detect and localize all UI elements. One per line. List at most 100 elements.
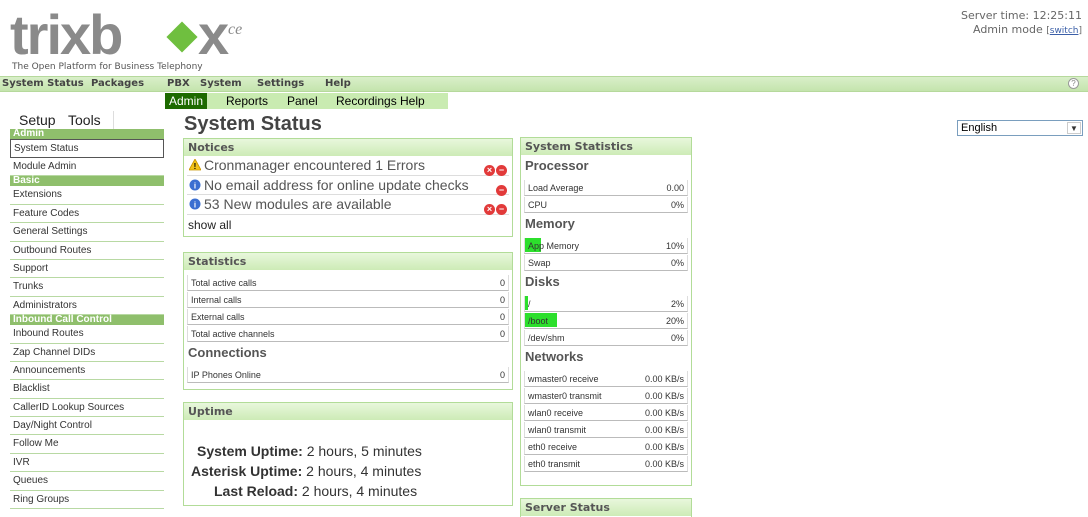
stat-value: 0 [499, 370, 505, 380]
stat-row-cpu: CPU 0% [524, 197, 688, 213]
switch-link[interactable]: switch [1050, 26, 1079, 36]
uptime-panel: Uptime System Uptime: 2 hours, 5 minutes… [183, 402, 513, 506]
stat-label: Total active channels [191, 329, 275, 339]
sidebar-item-day-night-control[interactable]: Day/Night Control [10, 417, 164, 436]
server-info: Server time: 12:25:11 Admin mode [switch… [960, 9, 1082, 36]
statistics-panel: Statistics Total active calls 0 Internal c… [183, 252, 513, 390]
warning-icon: ! [188, 157, 202, 171]
topnav-system[interactable]: System [200, 78, 242, 89]
tagline: The Open Platform for Business Telephony [12, 62, 203, 72]
stat-row-: / 2% [524, 296, 688, 312]
stat-label: External calls [191, 312, 245, 322]
stat-value: 10% [665, 241, 684, 251]
topnav-pbx[interactable]: PBX [167, 78, 190, 89]
server-status-panel: Server Status [520, 498, 692, 517]
tab-tools[interactable]: Tools [68, 112, 101, 128]
stat-label: CPU [528, 200, 548, 210]
delete-icon[interactable]: × [484, 165, 495, 176]
stat-label: eth0 transmit [528, 459, 581, 469]
stat-label: / [528, 299, 531, 309]
processor-list: Load Average 0.00 CPU 0% [521, 180, 691, 213]
subnav-admin[interactable]: Admin [165, 93, 208, 109]
stat-row-wmaster0-transmit: wmaster0 transmit 0.00 KB/s [524, 388, 688, 404]
subnav-panel[interactable]: Panel [287, 94, 318, 108]
stat-value: 0.00 KB/s [644, 442, 684, 452]
svg-text:!: ! [194, 162, 197, 171]
chevron-down-icon[interactable]: ▼ [1067, 122, 1081, 134]
sub-nav: Admin Reports Panel Recordings Help [165, 93, 448, 109]
sidebar-item-inbound-routes[interactable]: Inbound Routes [10, 325, 164, 344]
svg-text:i: i [194, 181, 196, 190]
sidebar-item-extensions[interactable]: Extensions [10, 186, 164, 205]
stat-value: 0 [499, 295, 505, 305]
stat-label: wlan0 receive [528, 408, 584, 418]
sidebar-section-inbound-call-control: Inbound Call Control [10, 315, 164, 326]
notices-panel: Notices ! Cronmanager encountered 1 Error… [183, 138, 513, 237]
sidebar-item-feature-codes[interactable]: Feature Codes [10, 205, 164, 224]
stat-label: wlan0 transmit [528, 425, 587, 435]
remove-icon[interactable]: − [496, 204, 507, 215]
sidebar-section-basic: Basic [10, 176, 164, 187]
subnav-help[interactable]: Help [400, 94, 425, 108]
sidebar-item-module-admin[interactable]: Module Admin [10, 158, 164, 177]
sidebar-item-general-settings[interactable]: General Settings [10, 223, 164, 242]
stat-label: Swap [528, 258, 551, 268]
notice-item: i 53 New modules are available × − [187, 195, 509, 215]
stat-row-wmaster0-receive: wmaster0 receive 0.00 KB/s [524, 371, 688, 387]
show-all-link[interactable]: show all [184, 215, 512, 235]
sidebar-item-system-status[interactable]: System Status [10, 139, 164, 158]
page-title: System Status [184, 113, 322, 135]
topnav-packages[interactable]: Packages [91, 78, 144, 89]
sidebar-item-ivr[interactable]: IVR [10, 454, 164, 473]
stat-label: Load Average [528, 183, 584, 193]
stat-value: 0.00 KB/s [644, 374, 684, 384]
statistics-list: Total active calls 0 Internal calls 0 Extern… [184, 275, 512, 342]
sidebar-list: Admin System Status Module Admin Basic Exten… [10, 129, 164, 510]
uptime-label: System Uptime: [197, 443, 303, 459]
subnav-recordings[interactable]: Recordings [336, 94, 397, 108]
help-icon[interactable]: ? [1068, 78, 1079, 89]
sidebar-item-callerid-lookup-sources[interactable]: CallerID Lookup Sources [10, 399, 164, 418]
sidebar-item-outbound-routes[interactable]: Outbound Routes [10, 242, 164, 260]
memory-title: Memory [525, 216, 575, 231]
stat-value: 0% [670, 258, 684, 268]
uptime-label: Last Reload: [214, 483, 299, 499]
delete-icon[interactable]: × [484, 204, 495, 215]
sidebar-item-follow-me[interactable]: Follow Me [10, 435, 164, 454]
info-icon: i [189, 196, 201, 210]
tab-setup[interactable]: Setup [19, 112, 56, 128]
notice-text: 53 New modules are available [204, 196, 392, 212]
notices-list: ! Cronmanager encountered 1 Errors × − i No e… [184, 156, 512, 215]
server-status-header: Server Status [521, 499, 691, 516]
sidebar-item-announcements[interactable]: Announcements [10, 362, 164, 381]
stat-row-dev-shm: /dev/shm 0% [524, 330, 688, 346]
server-time: Server time: 12:25:11 [960, 9, 1082, 22]
stat-row-wlan0-receive: wlan0 receive 0.00 KB/s [524, 405, 688, 421]
sidebar-item-support[interactable]: Support [10, 260, 164, 279]
statistics-header: Statistics [184, 253, 512, 270]
stat-row-load-average: Load Average 0.00 [524, 180, 688, 196]
topnav-system-status[interactable]: System Status [2, 78, 84, 89]
notices-header: Notices [184, 139, 512, 156]
stat-value: 0 [499, 312, 505, 322]
subnav-reports[interactable]: Reports [226, 94, 268, 108]
topnav-help[interactable]: Help [325, 78, 351, 89]
stat-value: 0.00 KB/s [644, 391, 684, 401]
sidebar-item-zap-channel-dids[interactable]: Zap Channel DIDs [10, 344, 164, 362]
sidebar-item-trunks[interactable]: Trunks [10, 278, 164, 297]
remove-icon[interactable]: − [496, 165, 507, 176]
sidebar: Setup Tools Admin System Status Module Adm… [10, 111, 164, 510]
sidebar-item-administrators[interactable]: Administrators [10, 297, 164, 316]
sidebar-item-ring-groups[interactable]: Ring Groups [10, 491, 164, 510]
uptime-row: Asterisk Uptime: 2 hours, 4 minutes [184, 461, 512, 481]
stat-label: eth0 receive [528, 442, 578, 452]
language-select[interactable]: English ▼ [957, 120, 1083, 136]
uptime-row: System Uptime: 2 hours, 5 minutes [184, 441, 512, 461]
sidebar-item-blacklist[interactable]: Blacklist [10, 380, 164, 399]
stat-value: 0.00 KB/s [644, 408, 684, 418]
remove-icon[interactable]: − [496, 184, 507, 196]
sidebar-item-queues[interactable]: Queues [10, 472, 164, 491]
svg-text:x: x [198, 6, 229, 66]
notice-actions: × − [483, 198, 507, 217]
topnav-settings[interactable]: Settings [257, 78, 304, 89]
